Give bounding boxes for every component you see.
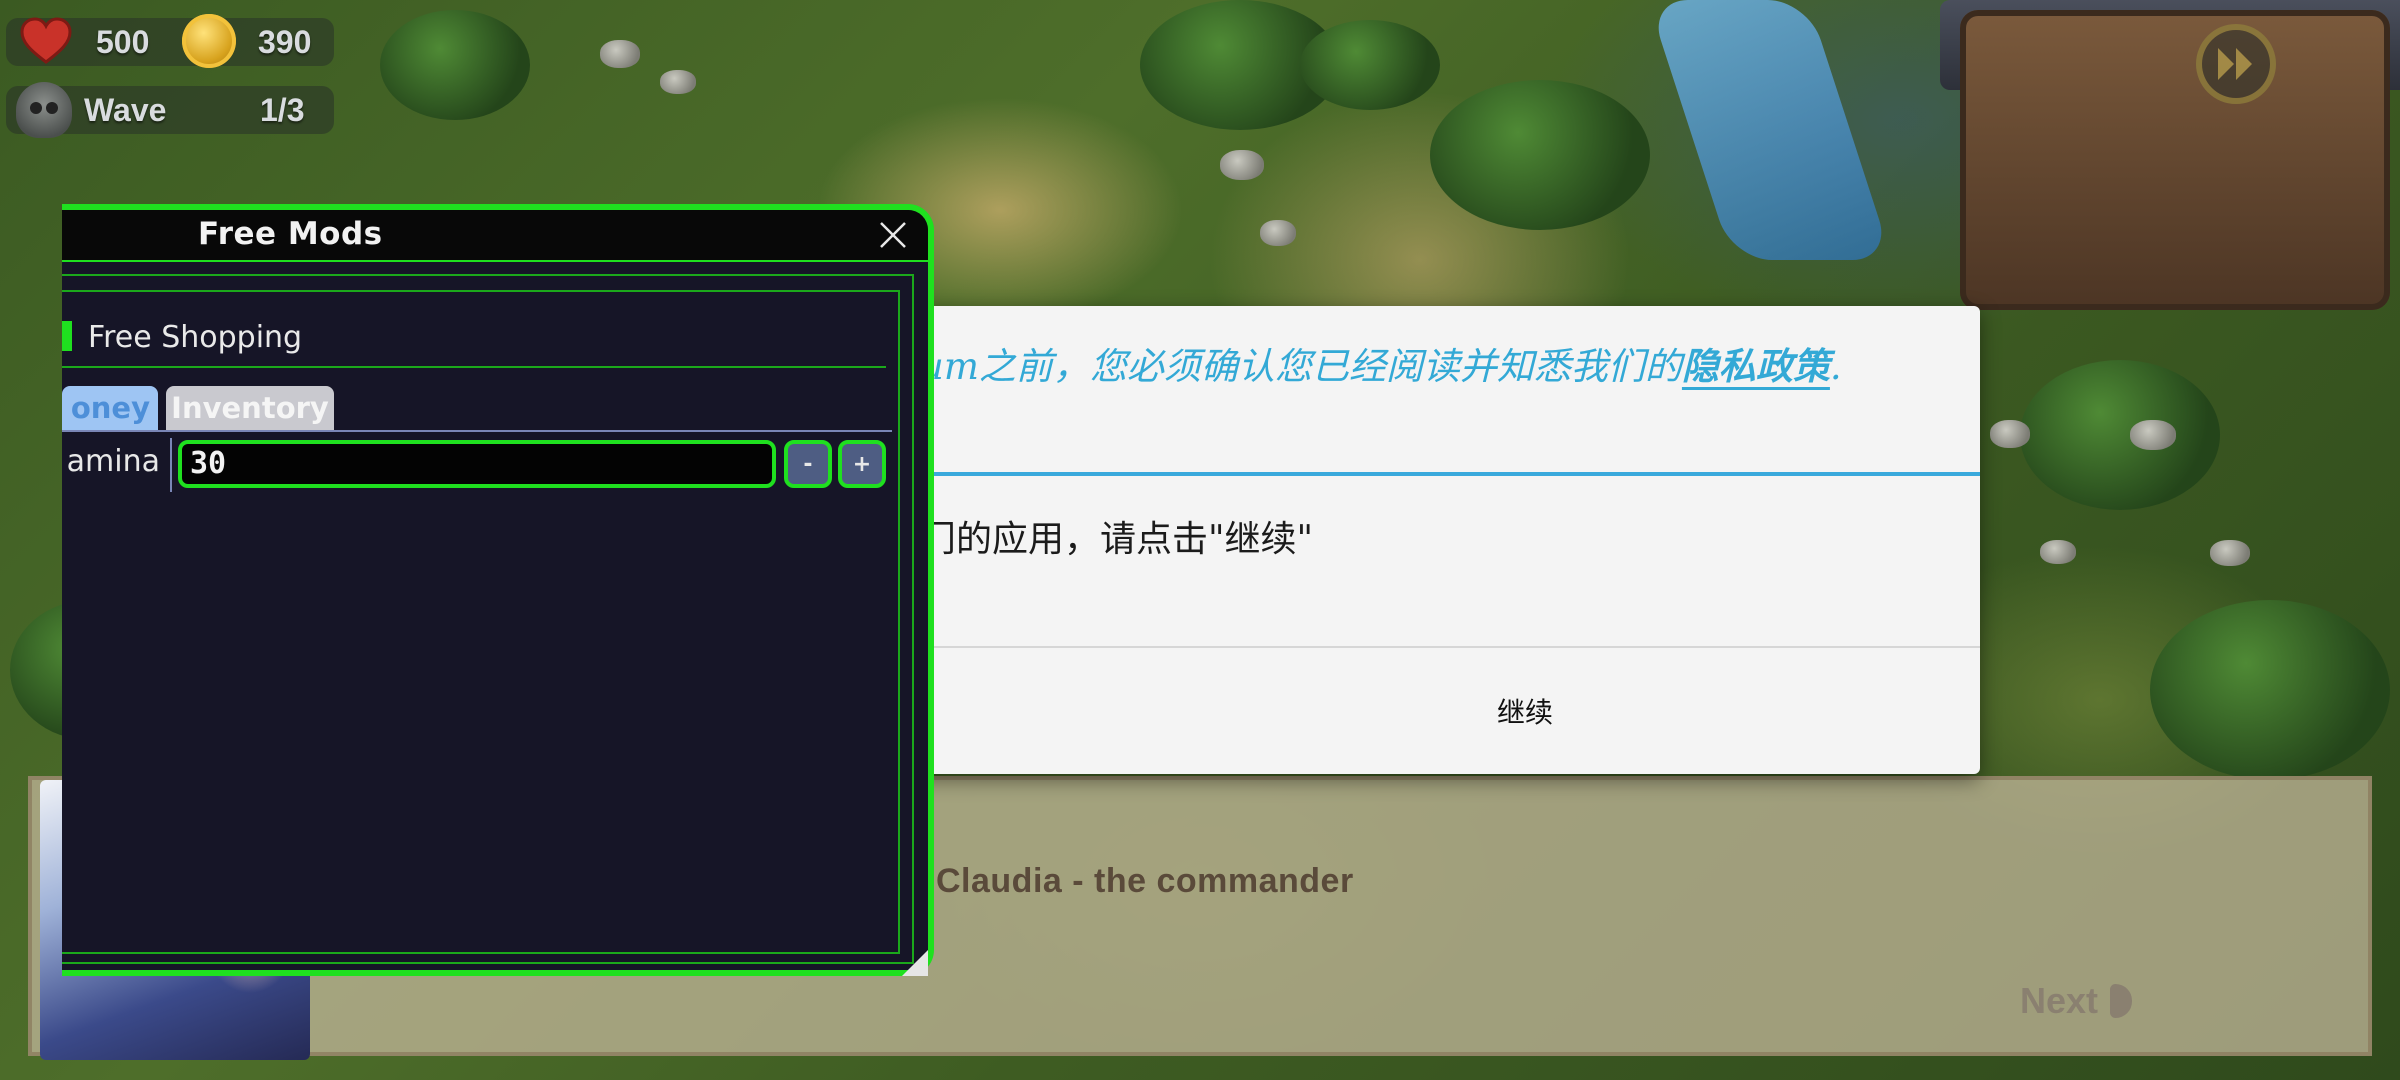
rock xyxy=(2040,540,2076,564)
dialog-divider xyxy=(900,472,1980,476)
privacy-notice: um之前，您必须确认您已经阅读并知悉我们的隐私政策. xyxy=(920,336,1842,390)
rock xyxy=(1260,220,1296,246)
rock xyxy=(600,40,640,68)
rock xyxy=(2210,540,2250,566)
increment-button[interactable]: + xyxy=(838,440,886,488)
speaker-name: Claudia - the commander xyxy=(936,862,1354,900)
river xyxy=(1647,0,1893,260)
rock xyxy=(660,70,696,94)
rock xyxy=(1220,150,1264,180)
tab-money[interactable]: oney xyxy=(62,386,158,430)
coin-icon xyxy=(182,14,236,68)
tree xyxy=(2020,360,2220,510)
free-shopping-toggle[interactable]: Free Shopping xyxy=(62,320,302,355)
house xyxy=(1960,10,2390,310)
resource-bar: 500 390 xyxy=(6,14,334,68)
privacy-policy-link[interactable]: 隐私政策 xyxy=(1682,344,1830,388)
free-shopping-label: Free Shopping xyxy=(88,320,303,355)
tab-divider xyxy=(62,430,892,432)
mod-menu-title: Free Mods xyxy=(198,216,383,252)
next-arrow-icon xyxy=(2110,984,2133,1018)
stamina-label: amina xyxy=(66,444,160,479)
mod-menu-panel: Free Mods Free Shopping oney Inventory a… xyxy=(62,204,934,976)
privacy-dialog: um之前，您必须确认您已经阅读并知悉我们的隐私政策. 门的应用，请点击"继续" … xyxy=(900,306,1980,774)
rock xyxy=(1990,420,2030,448)
skull-icon xyxy=(16,82,72,138)
privacy-notice-text: um之前，您必须确认您已经阅读并知悉我们的 xyxy=(920,345,1682,388)
lives-count: 500 xyxy=(96,24,150,60)
section-divider xyxy=(62,366,886,368)
field-separator xyxy=(170,438,172,492)
next-button[interactable]: Next xyxy=(2020,976,2133,1026)
heart-icon xyxy=(20,17,72,64)
stamina-input[interactable]: 30 xyxy=(178,440,776,488)
fast-forward-button[interactable] xyxy=(2196,24,2276,104)
rock xyxy=(2130,420,2176,450)
privacy-notice-suffix: . xyxy=(1829,345,1842,388)
tree xyxy=(380,10,530,120)
wave-bar: Wave 1/3 xyxy=(6,82,334,138)
decrement-button[interactable]: - xyxy=(784,440,832,488)
next-label: Next xyxy=(2020,980,2099,1021)
gold-count: 390 xyxy=(258,24,312,60)
fast-forward-icon xyxy=(2218,48,2252,80)
tree xyxy=(1300,20,1440,110)
tree xyxy=(1430,80,1650,230)
dialog-body-text: 门的应用，请点击"继续" xyxy=(920,519,1314,560)
resize-handle-icon[interactable] xyxy=(902,950,928,976)
tab-inventory[interactable]: Inventory xyxy=(166,386,334,430)
close-icon[interactable] xyxy=(876,218,910,252)
toggle-indicator xyxy=(62,321,72,351)
wave-count: 1/3 xyxy=(260,92,305,128)
tree xyxy=(2150,600,2390,780)
wave-label: Wave xyxy=(84,92,167,128)
mod-menu-titlebar[interactable]: Free Mods xyxy=(62,210,928,262)
continue-button[interactable]: 继续 xyxy=(900,648,1980,774)
